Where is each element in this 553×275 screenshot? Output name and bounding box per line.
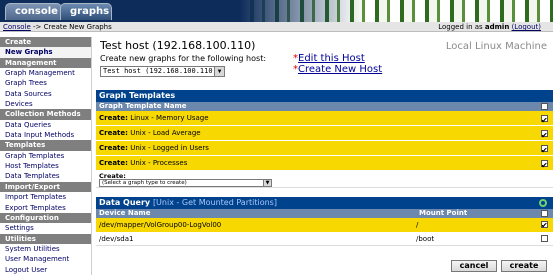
host-select-value: Test host (192.168.100.110) [103, 67, 217, 75]
create-prefix: Create: [99, 129, 128, 137]
logout-link[interactable]: (Logout) [512, 23, 541, 31]
create-prefix: Create: [99, 144, 128, 152]
sidebar-section-header: Utilities [0, 233, 91, 244]
sidebar-section-header: Templates [0, 140, 91, 151]
sidebar-item[interactable]: Graph Management [0, 68, 91, 78]
create-prefix: Create: [99, 114, 128, 122]
sidebar-item[interactable]: Data Templates [0, 171, 91, 181]
breadcrumb-separator: -> [33, 23, 42, 31]
host-links: *Edit this Host *Create New Host [293, 53, 382, 75]
sidebar-section-header: Management [0, 57, 91, 69]
select-all-checkbox[interactable] [541, 103, 548, 110]
sidebar-item[interactable]: New Graphs [0, 47, 91, 58]
sidebar-item[interactable]: Import Templates [0, 192, 91, 202]
row-checkbox[interactable] [541, 158, 548, 173]
tab-console[interactable]: console [5, 3, 62, 20]
device-name: /dev/mapper/VolGroup00-LogVol00 [99, 221, 222, 229]
breadcrumb-current: Create New Graphs [43, 23, 112, 31]
chevron-down-icon[interactable]: ▼ [263, 180, 271, 186]
mount-point: /boot [416, 235, 435, 243]
device-name: /dev/sda1 [99, 235, 134, 243]
table-row[interactable]: Create: Unix - Processes [96, 156, 553, 173]
select-all-checkbox[interactable] [541, 210, 548, 217]
breadcrumb: Console -> Create New Graphs [3, 22, 112, 32]
graph-type-select[interactable]: (Select a graph type to create) ▼ [99, 179, 272, 187]
chevron-down-icon[interactable]: ▼ [214, 67, 224, 76]
sidebar-item[interactable]: Settings [0, 223, 91, 233]
create-host-link[interactable]: Create New Host [298, 64, 382, 75]
graph-template-name: Linux - Memory Usage [130, 114, 209, 122]
create-button[interactable]: create [501, 260, 547, 272]
main-content: Test host (192.168.100.110) Local Linux … [96, 37, 553, 275]
row-checkbox[interactable] [541, 235, 548, 242]
tab-graphs[interactable]: graphs [60, 3, 112, 20]
refresh-icon[interactable] [539, 199, 547, 207]
sidebar-item[interactable]: Graph Templates [0, 151, 91, 161]
graph-template-name: Unix - Load Average [130, 129, 201, 137]
table-row[interactable]: Create: Unix - Logged in Users [96, 141, 553, 158]
table-row[interactable]: /dev/sda1/boot [96, 232, 553, 246]
graph-template-name: Unix - Processes [130, 159, 188, 167]
data-query-label: Data Query [99, 198, 151, 207]
sidebar-item[interactable]: Export Templates [0, 203, 91, 213]
header-decoration [240, 0, 553, 22]
table-row[interactable]: Create: Linux - Memory Usage [96, 111, 553, 128]
row-checkbox[interactable] [541, 113, 548, 128]
table-row[interactable]: /dev/mapper/VolGroup00-LogVol00 / [96, 218, 553, 233]
sidebar-item[interactable]: User Management [0, 254, 91, 264]
data-query-column-header: Device Name Mount Point [96, 209, 553, 218]
create-prefix: Create: [99, 159, 128, 167]
graph-templates-header: Graph Templates [96, 90, 553, 102]
sidebar-item[interactable]: Logout User [0, 265, 91, 275]
host-select-label: Create new graphs for the following host… [100, 54, 267, 63]
cancel-button[interactable]: cancel [451, 260, 497, 272]
sidebar-section-header: Configuration [0, 212, 91, 224]
login-prefix: Logged in as [438, 23, 483, 31]
breadcrumb-bar: Console -> Create New Graphs Logged in a… [0, 22, 553, 32]
row-checkbox[interactable] [541, 219, 548, 233]
mount-point-header: Mount Point [419, 209, 468, 217]
edit-host-link[interactable]: Edit this Host [298, 53, 365, 64]
login-status: Logged in as admin (Logout) [438, 22, 541, 32]
sidebar-item[interactable]: Graph Trees [0, 78, 91, 88]
breadcrumb-console-link[interactable]: Console [3, 23, 31, 31]
sidebar-section-header: Import/Export [0, 181, 91, 193]
sidebar-item[interactable]: Data Input Methods [0, 130, 91, 140]
sidebar-item[interactable]: Devices [0, 99, 91, 109]
table-row[interactable]: Create: Unix - Load Average [96, 126, 553, 143]
data-query-header: Data Query [Unix - Get Mounted Partition… [96, 197, 553, 209]
graph-template-name-header: Graph Template Name [99, 102, 187, 110]
row-checkbox[interactable] [541, 143, 548, 158]
sidebar: Create New Graphs Management Graph Manageme… [0, 37, 92, 275]
sidebar-item[interactable]: System Utilities [0, 244, 91, 254]
device-name-header: Device Name [99, 209, 151, 217]
graph-template-column-header: Graph Template Name [96, 102, 553, 111]
sidebar-section-header: Collection Methods [0, 109, 91, 120]
sidebar-item[interactable]: Host Templates [0, 161, 91, 171]
data-query-name: [Unix - Get Mounted Partitions] [152, 198, 277, 207]
host-description: Local Linux Machine [445, 41, 547, 52]
page-title: Test host (192.168.100.110) [100, 39, 256, 52]
sidebar-item[interactable]: Data Queries [0, 120, 91, 130]
host-select[interactable]: Test host (192.168.100.110) ▼ [100, 66, 225, 77]
top-header: console graphs [0, 0, 553, 22]
graph-type-select-value: (Select a graph type to create) [102, 180, 187, 186]
mount-point: / [416, 221, 419, 229]
graph-template-name: Unix - Logged in Users [130, 144, 209, 152]
sidebar-section-header: Create [0, 37, 91, 48]
graph-type-create-row: Create: (Select a graph type to create) … [96, 171, 553, 188]
login-user: admin [484, 23, 510, 31]
sidebar-item[interactable]: Data Sources [0, 89, 91, 99]
row-checkbox[interactable] [541, 128, 548, 143]
